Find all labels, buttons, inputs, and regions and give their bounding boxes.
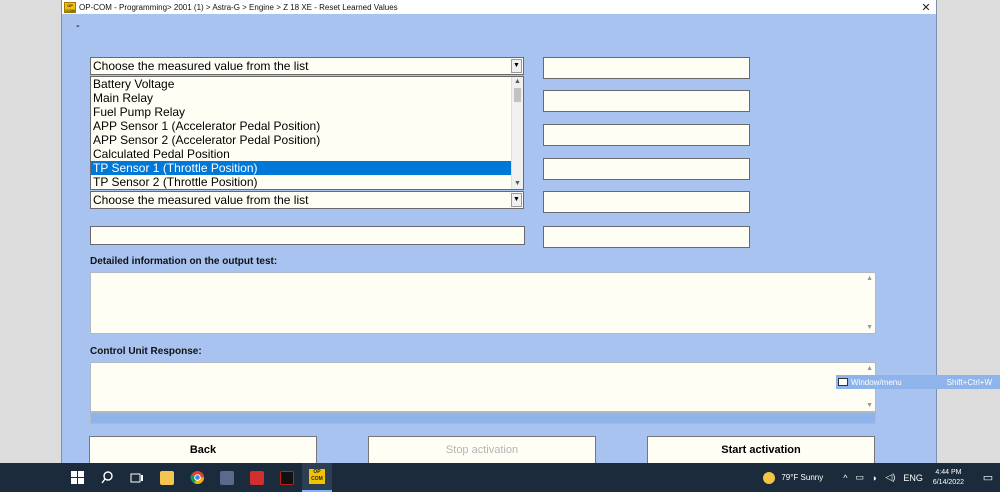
scroll-up-icon: ▲ — [866, 275, 873, 282]
notification-icon[interactable]: ▭ — [976, 471, 1000, 484]
weather-sun-icon — [763, 471, 776, 484]
chrome-icon[interactable] — [182, 463, 212, 492]
scroll-down-icon[interactable]: ▼ — [512, 179, 523, 189]
select-2-value: Choose the measured value from the list — [93, 193, 309, 207]
value-box-4 — [543, 158, 750, 180]
opcom-logo-icon: OP COM — [64, 1, 76, 13]
app-black-icon[interactable] — [272, 463, 302, 492]
list-item[interactable]: APP Sensor 2 (Accelerator Pedal Position… — [91, 133, 512, 147]
measured-value-select-2[interactable]: Choose the measured value from the list … — [90, 191, 524, 209]
detailed-info-label: Detailed information on the output test: — [90, 256, 278, 267]
list-item[interactable]: APP Sensor 1 (Accelerator Pedal Position… — [91, 119, 512, 133]
control-unit-response-label: Control Unit Response: — [90, 346, 202, 357]
list-item[interactable]: TP Sensor 2 (Throttle Position) — [91, 175, 512, 189]
battery-icon[interactable]: ▭ — [855, 472, 864, 483]
clock-time: 4:44 PM — [935, 468, 962, 476]
chevron-down-icon[interactable]: ▼ — [511, 193, 522, 207]
scroll-thumb[interactable] — [514, 88, 521, 102]
clock-date: 6/14/2022 — [932, 478, 964, 486]
system-tray: 79°F Sunny ^ ▭ ◗ ◁) ENG 4:44 PM 6/14/202… — [763, 463, 1000, 492]
list-items: Battery Voltage Main Relay Fuel Pump Relay… — [91, 77, 523, 189]
list-item[interactable]: Battery Voltage — [91, 77, 512, 91]
network-icon[interactable]: ◗ — [872, 473, 877, 483]
hint-label: Window/menu — [851, 377, 902, 387]
app-red-icon[interactable] — [242, 463, 272, 492]
value-box-5 — [543, 191, 750, 213]
start-icon[interactable] — [62, 463, 92, 492]
title-bar[interactable]: OP COM OP-COM - Programming> 2001 (1) > … — [62, 0, 936, 14]
chevron-up-icon[interactable]: ^ — [843, 473, 847, 483]
screen: OP COM OP-COM - Programming> 2001 (1) > … — [0, 0, 1000, 492]
measured-value-select-1[interactable]: Choose the measured value from the list … — [90, 57, 524, 75]
close-button[interactable]: ✕ — [918, 1, 934, 14]
stop-activation-button[interactable]: Stop activation — [368, 436, 596, 464]
value-box-6 — [543, 226, 750, 248]
back-button[interactable]: Back — [89, 436, 317, 464]
app-icon[interactable] — [212, 463, 242, 492]
weather-text[interactable]: 79°F Sunny — [781, 473, 823, 482]
list-item[interactable]: Calculated Pedal Position — [91, 147, 512, 161]
output-test-field[interactable] — [90, 226, 525, 245]
volume-icon[interactable]: ◁) — [885, 472, 895, 483]
opcom-taskbar-label: OP COM — [309, 469, 325, 484]
search-icon[interactable] — [92, 463, 122, 492]
detailed-info-textarea[interactable]: ▲ ▼ — [90, 272, 876, 334]
clock[interactable]: 4:44 PM 6/14/2022 — [933, 468, 964, 488]
value-box-2 — [543, 90, 750, 112]
response-hscrollbar[interactable] — [90, 412, 876, 424]
list-item[interactable]: TP Sensor 1 (Throttle Position) — [91, 161, 512, 175]
language-indicator[interactable]: ENG — [903, 473, 923, 483]
value-box-1 — [543, 57, 750, 79]
window-menu-hint[interactable]: Window/menu Shift+Ctrl+W — [836, 375, 1000, 389]
file-explorer-icon[interactable] — [152, 463, 182, 492]
hint-shortcut: Shift+Ctrl+W — [946, 377, 992, 387]
scroll-up-icon: ▲ — [866, 365, 873, 372]
select-1-value: Choose the measured value from the list — [93, 59, 309, 73]
task-view-icon[interactable] — [122, 463, 152, 492]
opcom-window: OP COM OP-COM - Programming> 2001 (1) > … — [61, 0, 937, 464]
list-scrollbar[interactable]: ▲ ▼ — [511, 77, 523, 189]
taskbar: OP COM 79°F Sunny ^ ▭ ◗ ◁) ENG 4:44 PM 6… — [0, 463, 1000, 492]
scroll-down-icon: ▼ — [866, 402, 873, 409]
scroll-down-icon: ▼ — [866, 324, 873, 331]
window-title: OP-COM - Programming> 2001 (1) > Astra-G… — [79, 2, 398, 12]
list-item[interactable]: Fuel Pump Relay — [91, 105, 512, 119]
window-menu-icon — [838, 378, 848, 386]
opcom-icon[interactable]: OP COM — [302, 463, 332, 492]
start-activation-button[interactable]: Start activation — [647, 436, 875, 464]
measured-value-list[interactable]: Battery Voltage Main Relay Fuel Pump Relay… — [90, 76, 524, 190]
scroll-up-icon[interactable]: ▲ — [512, 77, 523, 87]
control-unit-response-textarea[interactable]: ▲ ▼ — [90, 362, 876, 412]
value-box-3 — [543, 124, 750, 146]
status-dash: - — [76, 20, 80, 32]
list-item[interactable]: Main Relay — [91, 91, 512, 105]
chevron-down-icon[interactable]: ▼ — [511, 59, 522, 73]
